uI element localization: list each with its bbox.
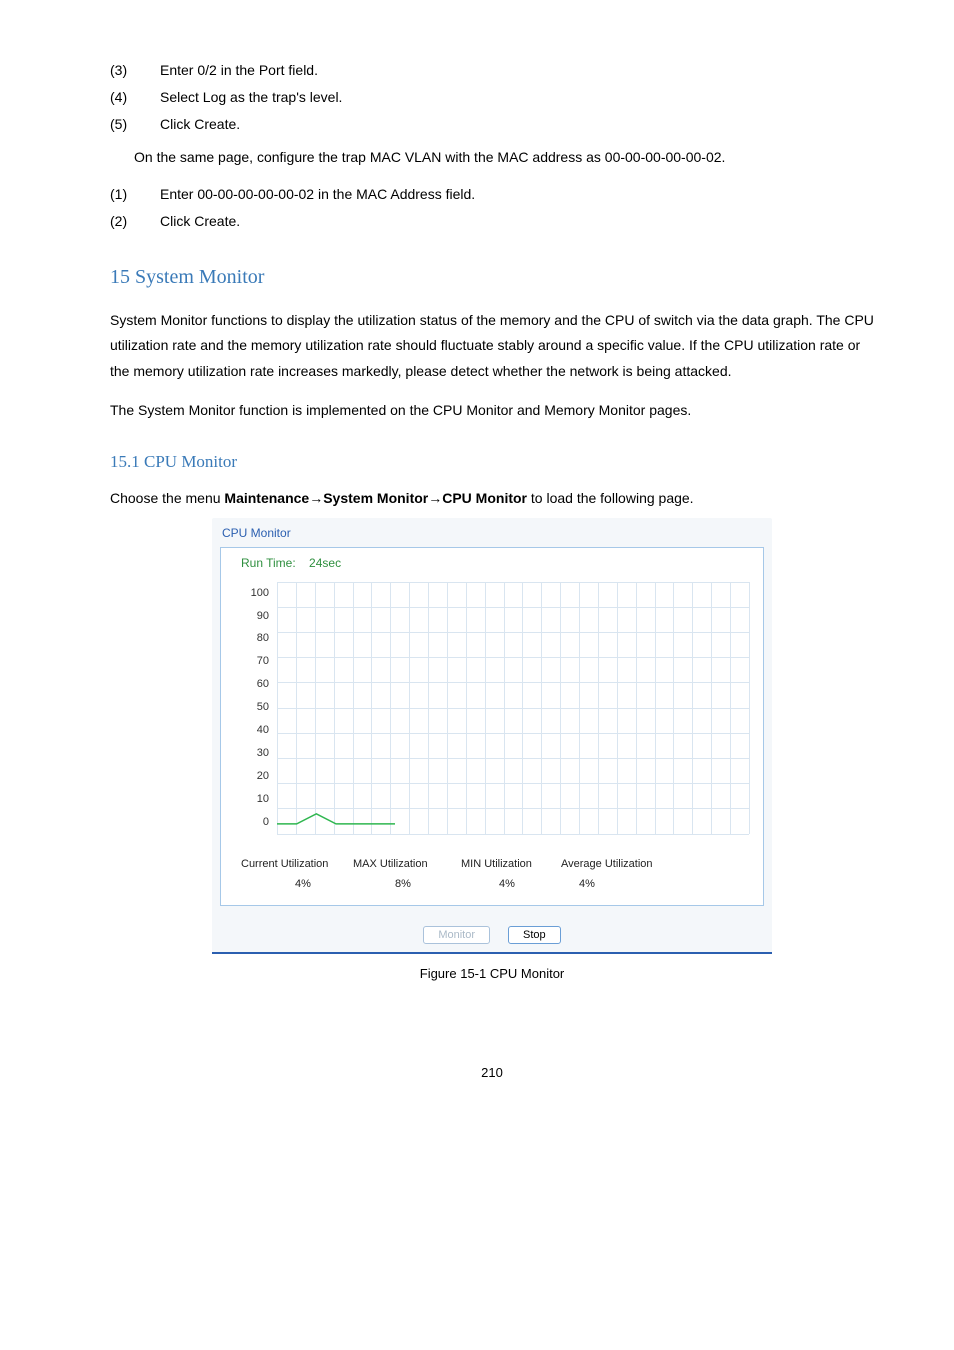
- list-item: (3) Enter 0/2 in the Port field.: [110, 60, 874, 81]
- monitor-button[interactable]: Monitor: [423, 926, 490, 944]
- paragraph: System Monitor functions to display the …: [110, 308, 874, 384]
- item-text: Select Log as the trap's level.: [160, 87, 342, 108]
- list-item: (2) Click Create.: [110, 211, 874, 232]
- item-text: Click Create.: [160, 114, 240, 135]
- item-text: Enter 0/2 in the Port field.: [160, 60, 318, 81]
- item-num: (4): [110, 87, 146, 108]
- figure-caption: Figure 15-1 CPU Monitor: [110, 964, 874, 984]
- list-item: (1) Enter 00-00-00-00-00-02 in the MAC A…: [110, 184, 874, 205]
- legend-current: Current Utilization: [241, 856, 345, 873]
- value-current: 4%: [241, 876, 345, 893]
- item-num: (1): [110, 184, 146, 205]
- value-min: 4%: [461, 876, 553, 893]
- panel-title: CPU Monitor: [212, 518, 772, 544]
- paragraph: The System Monitor function is implement…: [110, 398, 874, 423]
- item-num: (5): [110, 114, 146, 135]
- stop-button[interactable]: Stop: [508, 926, 561, 944]
- item-text: Click Create.: [160, 211, 240, 232]
- item-num: (3): [110, 60, 146, 81]
- values-row: 4% 8% 4% 4%: [231, 872, 753, 895]
- runtime-label: Run Time:: [241, 556, 296, 570]
- runtime-value: 24sec: [309, 556, 341, 570]
- legend-avg: Average Utilization: [561, 856, 681, 873]
- page-number: 210: [110, 1063, 874, 1083]
- y-axis-labels: 100 90 80 70 60 50 40 30 20 10 0: [239, 588, 269, 828]
- subsection-heading: 15.1 CPU Monitor: [110, 449, 874, 475]
- runtime-row: Run Time: 24sec: [231, 554, 753, 572]
- value-avg: 4%: [561, 876, 681, 893]
- item-text: Enter 00-00-00-00-00-02 in the MAC Addre…: [160, 184, 475, 205]
- sub-intro: On the same page, configure the trap MAC…: [110, 145, 874, 170]
- legend-max: MAX Utilization: [353, 856, 453, 873]
- value-max: 8%: [353, 876, 453, 893]
- list-item: (5) Click Create.: [110, 114, 874, 135]
- list-item: (4) Select Log as the trap's level.: [110, 87, 874, 108]
- cpu-chart: 100 90 80 70 60 50 40 30 20 10 0: [231, 576, 753, 846]
- item-num: (2): [110, 211, 146, 232]
- legend-min: MIN Utilization: [461, 856, 553, 873]
- cpu-monitor-panel: CPU Monitor Run Time: 24sec 100 90 80 70…: [212, 518, 772, 954]
- menu-path: Choose the menu Maintenance→System Monit…: [110, 486, 874, 511]
- legend-row: Current Utilization MAX Utilization MIN …: [231, 854, 753, 873]
- chart-line: [277, 582, 749, 834]
- section-heading: 15 System Monitor: [110, 262, 874, 292]
